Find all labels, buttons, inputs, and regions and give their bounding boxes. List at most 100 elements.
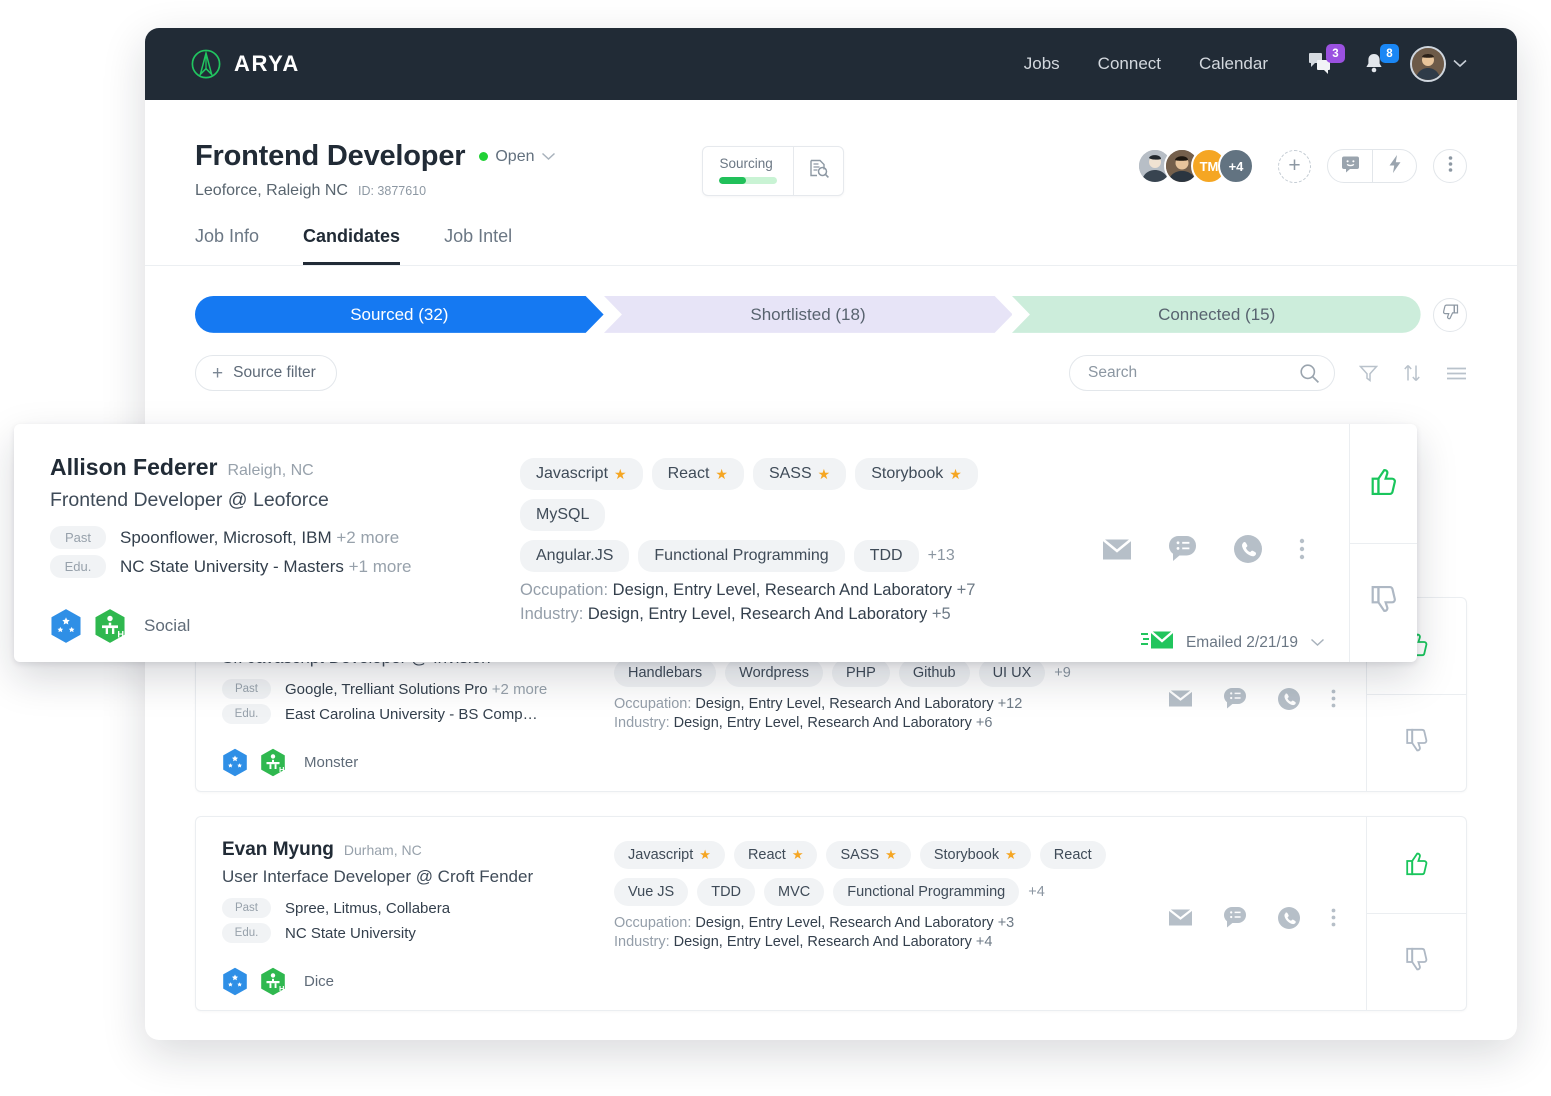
brand-logo-group[interactable]: ARYA: [191, 49, 300, 79]
skill-label: React: [748, 847, 786, 863]
skill-tag[interactable]: React★: [734, 841, 818, 869]
skill-tag[interactable]: PHP: [832, 659, 890, 687]
message-list-icon[interactable]: [1168, 535, 1197, 563]
dislike-button[interactable]: [1350, 543, 1417, 663]
email-icon[interactable]: [1168, 689, 1193, 708]
education: NC State University: [285, 925, 416, 942]
skills-more-count[interactable]: +9: [1054, 665, 1071, 681]
edu-label: Edu.: [222, 923, 271, 943]
like-button[interactable]: [1350, 424, 1417, 543]
skill-tag[interactable]: Github: [899, 659, 970, 687]
skill-tag[interactable]: Functional Programming: [638, 540, 844, 572]
more-vertical-icon[interactable]: [1331, 689, 1336, 708]
like-button[interactable]: [1367, 817, 1466, 913]
message-list-icon[interactable]: [1223, 906, 1247, 929]
stars-hex-badge-icon: [222, 748, 248, 777]
phone-icon[interactable]: [1233, 534, 1263, 564]
candidate-name[interactable]: Evan Myung: [222, 839, 334, 861]
skill-tag[interactable]: React: [1040, 841, 1106, 869]
more-vertical-icon[interactable]: [1331, 908, 1336, 927]
past-more[interactable]: +2 more: [336, 528, 399, 547]
automation-button[interactable]: [1372, 150, 1416, 182]
candidate-attributes: Javascript★ React★ SASS★ Storybook★ Reac…: [614, 839, 1128, 996]
skill-tags-row-2: Angular.JS Functional Programming TDD +1…: [520, 540, 1062, 572]
notifications-button[interactable]: 8: [1362, 51, 1388, 77]
tab-candidates[interactable]: Candidates: [303, 226, 400, 265]
email-icon[interactable]: [1168, 908, 1193, 927]
skill-tag[interactable]: MySQL: [520, 499, 605, 531]
skills-more-count[interactable]: +13: [928, 547, 955, 565]
candidate-location: Durham, NC: [344, 842, 422, 858]
sourcing-pill: Sourcing: [702, 146, 844, 196]
source-filter-button[interactable]: + Source filter: [195, 355, 337, 391]
occupation-more[interactable]: +7: [957, 581, 976, 599]
skill-tag[interactable]: Storybook★: [920, 841, 1031, 869]
search-input[interactable]: [1088, 364, 1299, 382]
profile-menu[interactable]: [1410, 46, 1467, 82]
candidate-past-row: Past Spoonflower, Microsoft, IBM +2 more: [50, 526, 520, 549]
skill-tag[interactable]: MVC: [764, 878, 824, 906]
skill-tag[interactable]: Storybook★: [855, 458, 978, 490]
industry-more[interactable]: +6: [976, 715, 993, 731]
occupation-more[interactable]: +12: [998, 696, 1023, 712]
list-lines-icon[interactable]: [1446, 366, 1467, 381]
message-list-icon[interactable]: [1223, 687, 1247, 710]
industry-more[interactable]: +4: [976, 934, 993, 950]
skill-tag[interactable]: Vue JS: [614, 878, 688, 906]
pipeline-stage-sourced[interactable]: Sourced (32): [195, 296, 604, 333]
skill-tag[interactable]: Wordpress: [725, 659, 823, 687]
skill-tag[interactable]: TDD: [854, 540, 919, 572]
emailed-status-dropdown[interactable]: Emailed 2/21/19: [1140, 629, 1325, 656]
search-icon[interactable]: [1299, 363, 1320, 384]
email-icon[interactable]: [1102, 538, 1132, 561]
pipeline-rejected-button[interactable]: [1433, 298, 1467, 332]
edu-more[interactable]: +1 more: [349, 557, 412, 576]
chat-smiley-button[interactable]: [1328, 150, 1372, 182]
skill-tag[interactable]: Javascript★: [520, 458, 643, 490]
skill-tag[interactable]: Angular.JS: [520, 540, 629, 572]
skill-tag[interactable]: TDD: [697, 878, 755, 906]
more-vertical-icon[interactable]: [1299, 538, 1305, 560]
toolbar-right: [1069, 355, 1467, 391]
past-more[interactable]: +2 more: [492, 681, 547, 698]
candidate-name[interactable]: Allison Federer: [50, 454, 217, 481]
candidate-card[interactable]: Evan Myung Durham, NC User Interface Dev…: [195, 816, 1467, 1011]
phone-icon[interactable]: [1277, 687, 1301, 711]
skill-tag[interactable]: UI UX: [979, 659, 1046, 687]
pipeline-stage-shortlisted[interactable]: Shortlisted (18): [604, 296, 1013, 333]
plus-icon: +: [212, 364, 223, 383]
job-more-button[interactable]: [1433, 149, 1467, 183]
skill-label: TDD: [870, 547, 903, 565]
skill-tag[interactable]: Javascript★: [614, 841, 725, 869]
tab-job-intel[interactable]: Job Intel: [444, 226, 512, 265]
funnel-icon[interactable]: [1359, 364, 1378, 383]
skill-tag[interactable]: Handlebars: [614, 659, 716, 687]
edu-value: East Carolina University - BS Comp…: [285, 706, 538, 723]
sourcing-label: Sourcing: [719, 156, 777, 171]
job-status-dropdown[interactable]: Open: [479, 148, 556, 166]
nav-link-connect[interactable]: Connect: [1098, 54, 1161, 74]
messages-button[interactable]: 3: [1308, 51, 1334, 77]
industry-more[interactable]: +5: [932, 605, 951, 623]
skill-tag[interactable]: Functional Programming: [833, 878, 1019, 906]
job-title-row: Frontend Developer Open: [195, 140, 556, 173]
phone-icon[interactable]: [1277, 906, 1301, 930]
team-avatar-overflow[interactable]: +4: [1218, 148, 1254, 184]
pipeline-stage-connected[interactable]: Connected (15): [1012, 296, 1421, 333]
dislike-button[interactable]: [1367, 694, 1466, 791]
search-box[interactable]: [1069, 355, 1335, 391]
nav-link-calendar[interactable]: Calendar: [1199, 54, 1268, 74]
skill-tag[interactable]: React★: [652, 458, 744, 490]
featured-candidate-card[interactable]: Allison Federer Raleigh, NC Frontend Dev…: [14, 424, 1417, 662]
add-team-member-button[interactable]: +: [1278, 150, 1311, 183]
skills-more-count[interactable]: +4: [1028, 884, 1045, 900]
skill-tag[interactable]: SASS★: [753, 458, 846, 490]
tab-job-info[interactable]: Job Info: [195, 226, 259, 265]
sourcing-report-button[interactable]: [793, 147, 843, 195]
dislike-button[interactable]: [1367, 913, 1466, 1010]
skill-label: Handlebars: [628, 665, 702, 681]
nav-link-jobs[interactable]: Jobs: [1024, 54, 1060, 74]
occupation-more[interactable]: +3: [998, 915, 1015, 931]
sort-arrows-icon[interactable]: [1402, 363, 1422, 383]
skill-tag[interactable]: SASS★: [826, 841, 910, 869]
